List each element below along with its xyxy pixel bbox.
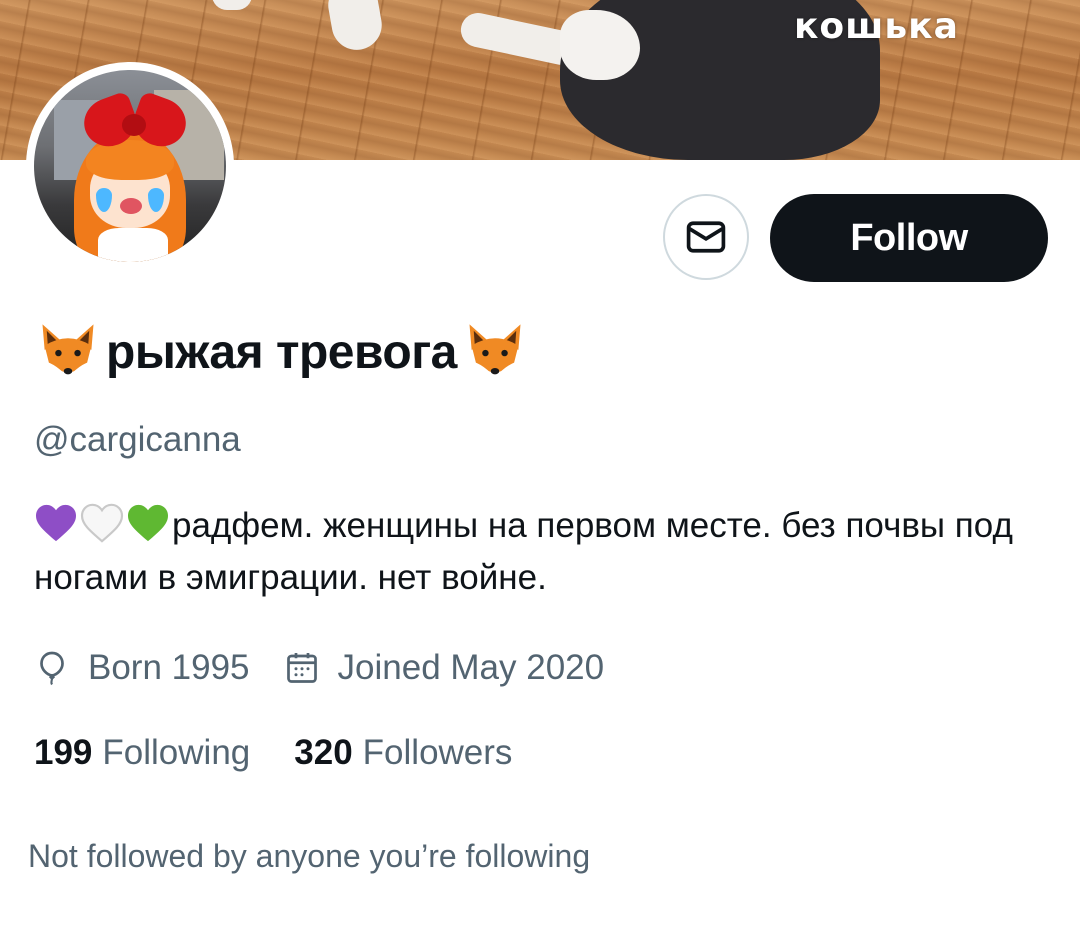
banner-cat-paw bbox=[324, 0, 386, 54]
purple-heart-icon bbox=[36, 504, 76, 542]
fox-emoji-icon bbox=[465, 324, 525, 382]
profile-meta: Born 1995 Joined May 2020 bbox=[34, 644, 638, 692]
avatar-shirt bbox=[98, 228, 168, 262]
joined-text: Joined May 2020 bbox=[337, 648, 605, 687]
avatar-image bbox=[34, 70, 226, 262]
display-name-row: рыжая тревога bbox=[34, 312, 529, 392]
follow-button[interactable]: Follow bbox=[770, 194, 1048, 282]
bio-text: радфем. женщины на первом месте. без поч… bbox=[34, 506, 1013, 597]
white-heart-icon bbox=[80, 503, 124, 543]
banner-cat-paw bbox=[212, 0, 252, 10]
message-button[interactable] bbox=[663, 194, 749, 280]
following-count: 199 bbox=[34, 733, 93, 772]
followers-count: 320 bbox=[294, 733, 353, 772]
balloon-icon bbox=[40, 651, 64, 686]
fox-emoji-icon bbox=[38, 324, 98, 382]
born-text: Born 1995 bbox=[88, 648, 250, 687]
avatar[interactable] bbox=[26, 62, 234, 270]
joined-item: Joined May 2020 bbox=[284, 648, 605, 688]
following-link[interactable]: 199 Following bbox=[34, 733, 250, 773]
calendar-icon bbox=[286, 653, 317, 683]
following-label: Following bbox=[102, 733, 251, 772]
followed-by-note: Not followed by anyone you’re following bbox=[28, 838, 591, 874]
avatar-bow-knot bbox=[122, 114, 146, 136]
green-heart-icon bbox=[128, 504, 168, 542]
followers-label: Followers bbox=[362, 733, 513, 772]
avatar-mouth bbox=[120, 198, 142, 214]
profile-handle: @cargicanna bbox=[34, 420, 241, 459]
display-name: рыжая тревога bbox=[106, 325, 457, 379]
envelope-icon bbox=[686, 221, 726, 253]
banner-caption: кошька bbox=[794, 6, 959, 47]
born-item: Born 1995 bbox=[34, 648, 250, 688]
profile-stats: 199 Following 320 Followers bbox=[34, 728, 556, 778]
profile-bio: радфем. женщины на первом месте. без поч… bbox=[34, 500, 1044, 604]
followers-link[interactable]: 320 Followers bbox=[294, 733, 512, 773]
